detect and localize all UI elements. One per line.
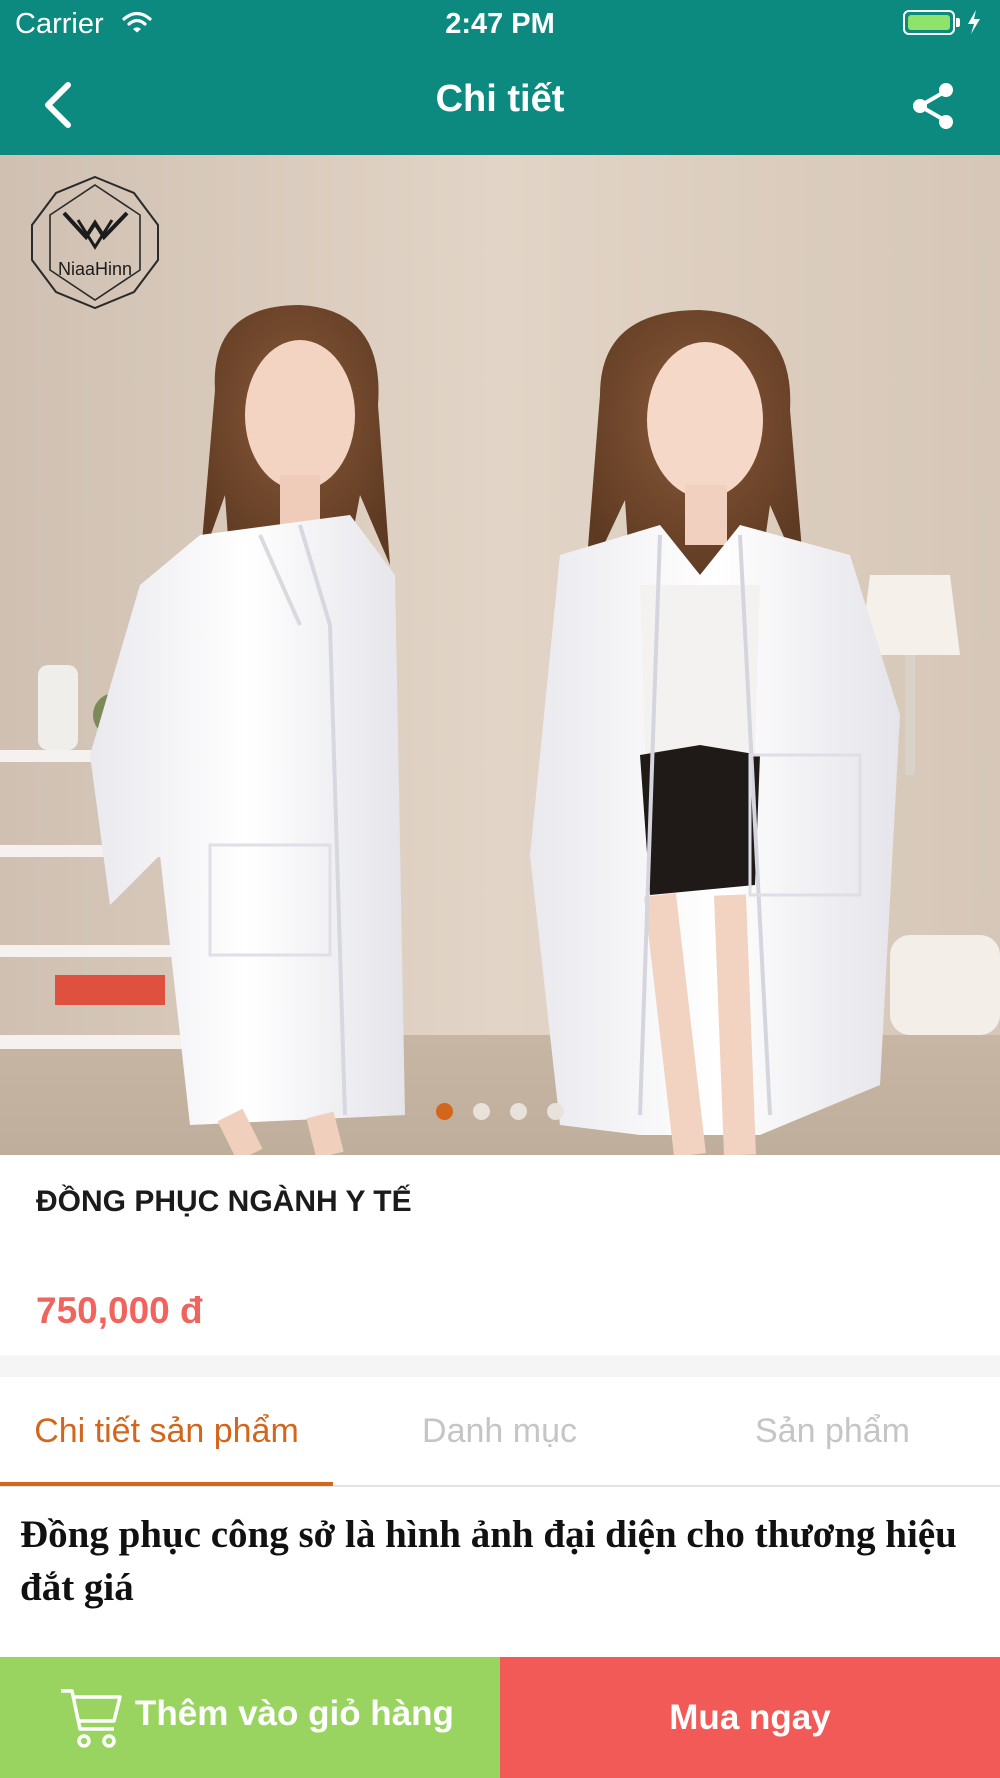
buy-now-button[interactable]: Mua ngay xyxy=(500,1657,1000,1778)
battery-level xyxy=(908,15,950,30)
share-icon xyxy=(913,83,953,129)
add-to-cart-button[interactable]: Thêm vào giỏ hàng xyxy=(0,1657,500,1778)
status-time: 2:47 PM xyxy=(445,8,555,40)
product-detail-screen: Carrier 2:47 PM Chi tiết NiaaHinn ĐỒNG P… xyxy=(0,0,1000,1778)
product-price: 750,000 đ xyxy=(36,1290,203,1331)
brand-logo: NiaaHinn xyxy=(28,175,163,310)
carousel-dot[interactable] xyxy=(547,1103,564,1120)
chevron-left-icon xyxy=(45,82,71,128)
add-to-cart-label: Thêm vào giỏ hàng xyxy=(135,1694,454,1733)
battery-icon xyxy=(903,10,955,35)
tab-product-details[interactable]: Chi tiết sản phẩm xyxy=(0,1377,333,1485)
carousel-dot[interactable] xyxy=(473,1103,490,1120)
header: Carrier 2:47 PM Chi tiết xyxy=(0,0,1000,155)
section-divider xyxy=(0,1355,1000,1377)
share-button[interactable] xyxy=(900,73,966,139)
status-bar: Carrier 2:47 PM xyxy=(0,0,1000,50)
charging-icon xyxy=(966,9,982,40)
carousel-dot[interactable] xyxy=(436,1103,453,1120)
active-tab-indicator xyxy=(0,1482,333,1486)
cart-icon xyxy=(61,1689,122,1748)
tab-category[interactable]: Danh mục xyxy=(333,1377,666,1485)
product-description: Đồng phục công sở là hình ảnh đại diện c… xyxy=(20,1513,957,1609)
product-info: ĐỒNG PHỤC NGÀNH Y TẾ 750,000 đ xyxy=(0,1155,1000,1355)
product-image-carousel[interactable]: NiaaHinn xyxy=(0,155,1000,1155)
nav-bar: Chi tiết xyxy=(0,55,1000,155)
bottom-action-bar: Thêm vào giỏ hàng Mua ngay xyxy=(0,1657,1000,1778)
brand-logo-text: NiaaHinn xyxy=(58,259,132,279)
carousel-pagination xyxy=(0,1103,1000,1125)
battery-cap xyxy=(956,18,960,27)
back-button[interactable] xyxy=(36,65,96,145)
tab-products[interactable]: Sản phẩm xyxy=(666,1377,999,1485)
carousel-dot[interactable] xyxy=(510,1103,527,1120)
product-name: ĐỒNG PHỤC NGÀNH Y TẾ xyxy=(36,1185,412,1218)
page-title: Chi tiết xyxy=(435,78,565,120)
tab-bar: Chi tiết sản phẩm Danh mục Sản phẩm xyxy=(0,1377,1000,1487)
